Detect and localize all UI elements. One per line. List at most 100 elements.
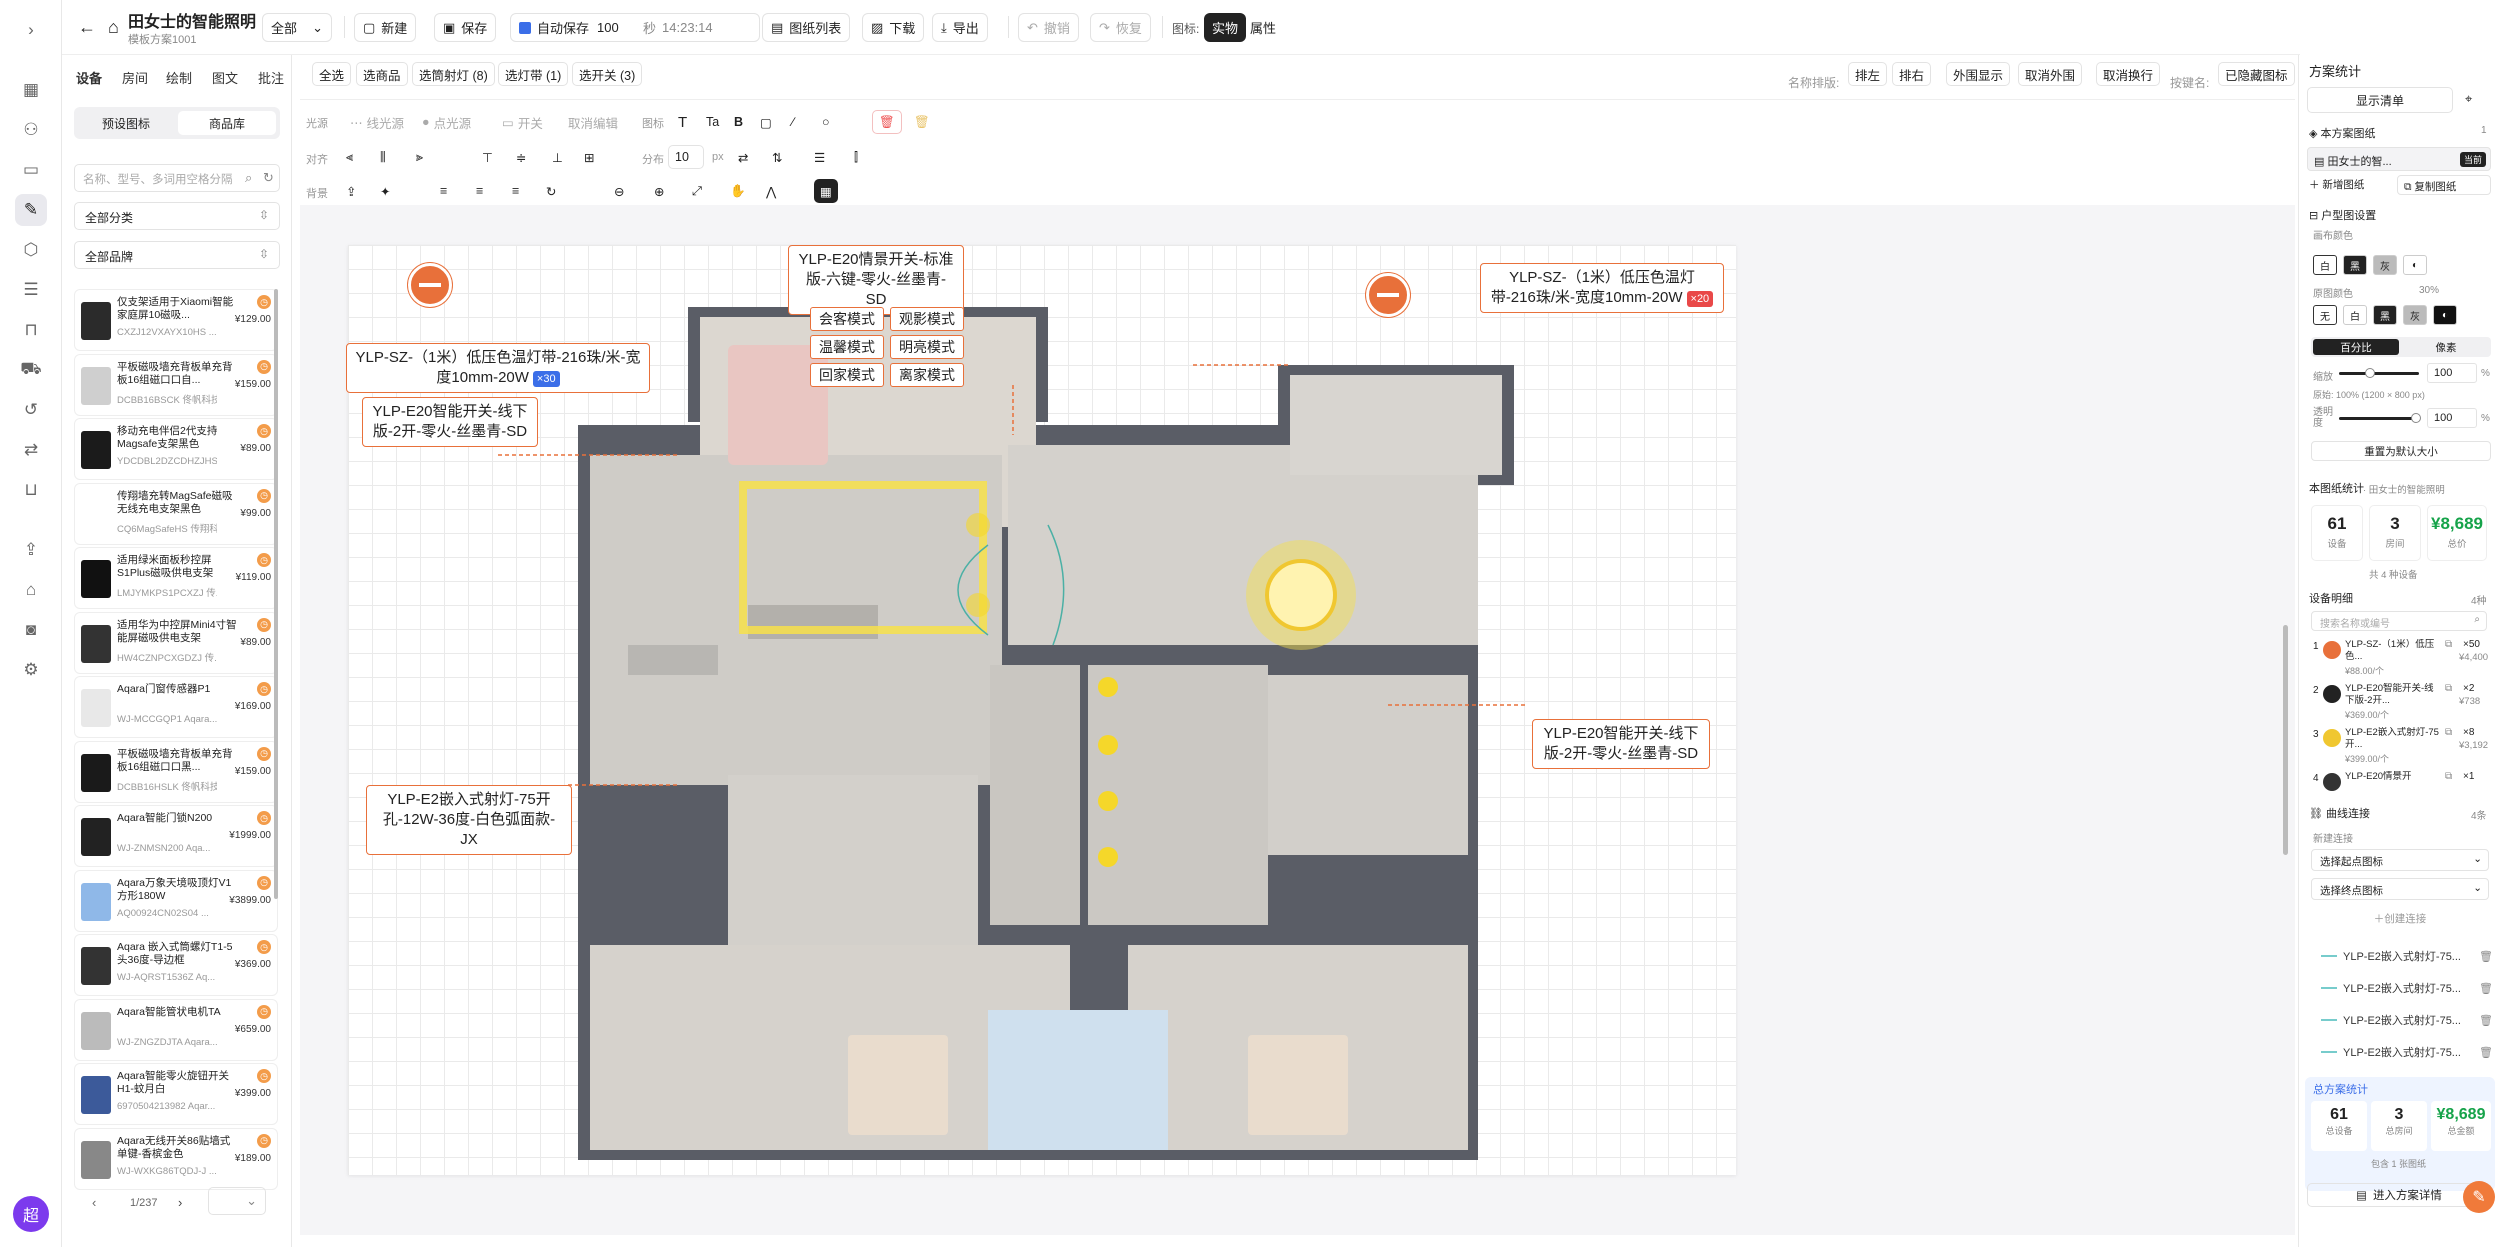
- no-entry-icon[interactable]: [408, 263, 452, 307]
- select-spotlights-button[interactable]: 选筒射灯 (8): [412, 62, 495, 86]
- grid-toggle-icon[interactable]: ▦: [814, 179, 838, 203]
- swap-horizontal-icon[interactable]: ⇄: [732, 145, 754, 169]
- fit-icon[interactable]: ⤢: [686, 179, 708, 203]
- zoom-out-icon[interactable]: ⊖: [608, 179, 630, 203]
- percent-button[interactable]: 百分比: [2313, 339, 2399, 355]
- tab-devices[interactable]: 设备: [76, 65, 102, 89]
- assistant-icon[interactable]: ✎: [2463, 1181, 2495, 1213]
- point-light-button[interactable]: ● 点光源: [416, 110, 477, 134]
- category-select[interactable]: 全部分类 ⇳: [74, 202, 280, 230]
- design-canvas[interactable]: YLP-SZ-（1米）低压色温灯带-216珠/米-宽度10mm-20W ×30 Y…: [300, 205, 2295, 1235]
- align-top-icon[interactable]: ⊤: [476, 145, 499, 169]
- scene-mode-movie[interactable]: 观影模式: [890, 307, 964, 331]
- path-icon[interactable]: ⋀: [760, 179, 782, 203]
- grid-arrange-icon[interactable]: ⊞: [578, 145, 600, 169]
- tab-graphics[interactable]: 图文: [212, 65, 238, 89]
- align-left-icon[interactable]: ⫷: [340, 145, 359, 169]
- no-entry-icon[interactable]: [1366, 273, 1410, 317]
- product-item[interactable]: 适用绿米面板秒控屏S1Plus磁吸供电支架 LMJYMKPS1PCXZJ 传...…: [74, 547, 278, 609]
- tab-product-library[interactable]: 商品库: [178, 111, 276, 135]
- clear-icon[interactable]: 🗑: [908, 110, 936, 134]
- select-products-button[interactable]: 选商品: [356, 62, 408, 86]
- trash-icon[interactable]: 🗑: [2479, 1014, 2493, 1027]
- swap-vertical-icon[interactable]: ⇅: [766, 145, 788, 169]
- product-item[interactable]: Aqara 嵌入式筒螺灯T1-5头36度-导边框 WJ-AQRST1536Z Aq…: [74, 934, 278, 996]
- delete-icon[interactable]: 🗑: [872, 110, 902, 134]
- settings-icon[interactable]: ⚙: [15, 654, 47, 686]
- circle-icon[interactable]: ○: [816, 110, 836, 134]
- folder-icon[interactable]: ▭: [15, 154, 47, 186]
- cancel-wrap-button[interactable]: 取消换行: [2096, 62, 2161, 86]
- undo-button[interactable]: ↶ 撤销: [1018, 13, 1079, 42]
- device-row[interactable]: 1 YLP-SZ-（1米）低压色... ¥88.00/个 ⧉ ×50 ¥4,400: [2313, 639, 2489, 679]
- redo-button[interactable]: ↷ 恢复: [1090, 13, 1151, 42]
- copy-icon[interactable]: ⧉: [2445, 771, 2452, 782]
- scrollbar[interactable]: [274, 289, 278, 899]
- cancel-outline-button[interactable]: 取消外围: [2018, 62, 2083, 86]
- text-center-icon[interactable]: ≡: [470, 179, 489, 203]
- rotate-icon[interactable]: ↻: [540, 179, 562, 203]
- select-strips-button[interactable]: 选灯带 (1): [498, 62, 569, 86]
- product-item[interactable]: Aqara智能门锁N200 WJ-ZNMSN200 Aqa... ¥1999.00 ◷: [74, 805, 278, 867]
- prev-page-icon[interactable]: ‹: [92, 1195, 96, 1210]
- avatar[interactable]: 超: [13, 1196, 49, 1232]
- black-swatch[interactable]: 黑: [2373, 305, 2397, 325]
- robot-icon[interactable]: ◙: [15, 614, 47, 646]
- cart-icon[interactable]: ⊔: [15, 474, 47, 506]
- home-icon[interactable]: ⌂: [100, 13, 127, 42]
- copy-icon[interactable]: ⧉: [2445, 639, 2452, 650]
- distribute-input[interactable]: 10: [668, 145, 704, 169]
- device-row[interactable]: 2 YLP-E20智能开关-线下版-2开... ¥369.00/个 ⧉ ×2 ¥738: [2313, 683, 2489, 723]
- drawing-item[interactable]: ▤ 田女士的智... 当前: [2307, 147, 2491, 171]
- swap-icon[interactable]: ⇄: [15, 434, 47, 466]
- canvas-v-scrollbar[interactable]: [2283, 625, 2288, 855]
- upload-bg-icon[interactable]: ⇪: [340, 179, 362, 203]
- opacity-input[interactable]: 100: [2427, 408, 2477, 428]
- hand-icon[interactable]: ✋: [724, 179, 752, 203]
- connection-item[interactable]: YLP-E2嵌入式射灯-75... 🗑: [2321, 945, 2493, 967]
- rect-icon[interactable]: ▢: [754, 110, 778, 134]
- expand-icon[interactable]: ›: [15, 14, 47, 46]
- copy-icon[interactable]: ⧉: [2445, 683, 2452, 694]
- show-outline-button[interactable]: 外围显示: [1946, 62, 2011, 86]
- callout-strip-left[interactable]: YLP-SZ-（1米）低压色温灯带-216珠/米-宽度10mm-20W ×30: [346, 343, 650, 393]
- product-item[interactable]: Aqara门窗传感器P1 WJ-MCCGQP1 Aqara... ¥169.00 ◷: [74, 676, 278, 738]
- download-button[interactable]: ▨ 下载: [862, 13, 925, 42]
- bold-icon[interactable]: B: [728, 110, 749, 134]
- text-left-icon[interactable]: ≡: [434, 179, 453, 203]
- scene-mode-home[interactable]: 回家模式: [810, 363, 884, 387]
- page-size-select[interactable]: ⌄: [208, 1187, 266, 1215]
- store-icon[interactable]: ⌂: [15, 574, 47, 606]
- connection-item[interactable]: YLP-E2嵌入式射灯-75... 🗑: [2321, 977, 2493, 999]
- trash-icon[interactable]: 🗑: [2479, 1046, 2493, 1059]
- align-center-icon[interactable]: ⫼: [374, 145, 392, 169]
- pen-icon[interactable]: ∕: [786, 110, 800, 134]
- select-switches-button[interactable]: 选开关 (3): [572, 62, 643, 86]
- new-drawing-button[interactable]: ＋ 新增图纸: [2309, 177, 2364, 192]
- product-search[interactable]: 名称、型号、多词用空格分隔 ⌕ ↻: [74, 164, 280, 192]
- scene-mode-warm[interactable]: 温馨模式: [810, 335, 884, 359]
- product-item[interactable]: 仅支架适用于Xiaomi智能家庭屏10磁吸... CXZJ12VXAYX10HS …: [74, 289, 278, 351]
- autosave-control[interactable]: 自动保存 100 秒 14:23:14: [510, 13, 760, 42]
- bg-gray-swatch[interactable]: 灰: [2373, 255, 2397, 275]
- text-right-icon[interactable]: ≡: [506, 179, 525, 203]
- callout-strip-right[interactable]: YLP-SZ-（1米）低压色温灯带-216珠/米-宽度10mm-20W ×20: [1480, 263, 1724, 313]
- line-light-button[interactable]: ⋯ 线光源: [344, 110, 410, 134]
- hidden-icons-button[interactable]: 已隐藏图标: [2218, 62, 2295, 86]
- zoom-slider[interactable]: [2339, 368, 2419, 378]
- scope-select[interactable]: 全部 ⌄: [262, 13, 332, 42]
- sort-left-button[interactable]: 排左: [1848, 62, 1888, 86]
- pixel-button[interactable]: 像素: [2403, 339, 2489, 355]
- callout-switch-left[interactable]: YLP-E20智能开关-线下版-2开-零火-丝墨青-SD: [362, 397, 538, 447]
- custom-swatch[interactable]: ◐: [2433, 305, 2457, 325]
- mode-real-button[interactable]: 实物: [1204, 13, 1247, 42]
- none-swatch[interactable]: 无: [2313, 305, 2337, 325]
- callout-scene-switch[interactable]: YLP-E20情景开关-标准版-六键-零火-丝墨青-SD: [788, 245, 964, 315]
- zoom-in-icon[interactable]: ⊕: [648, 179, 670, 203]
- start-icon-select[interactable]: 选择起点图标 ⌄: [2311, 849, 2489, 871]
- opacity-slider[interactable]: [2339, 413, 2421, 423]
- bag-icon[interactable]: ⊓: [15, 314, 47, 346]
- autosave-interval[interactable]: 100: [597, 20, 637, 35]
- floor-plan-paper[interactable]: YLP-SZ-（1米）低压色温灯带-216珠/米-宽度10mm-20W ×30 Y…: [346, 245, 1736, 1175]
- zoom-input[interactable]: 100: [2427, 363, 2477, 383]
